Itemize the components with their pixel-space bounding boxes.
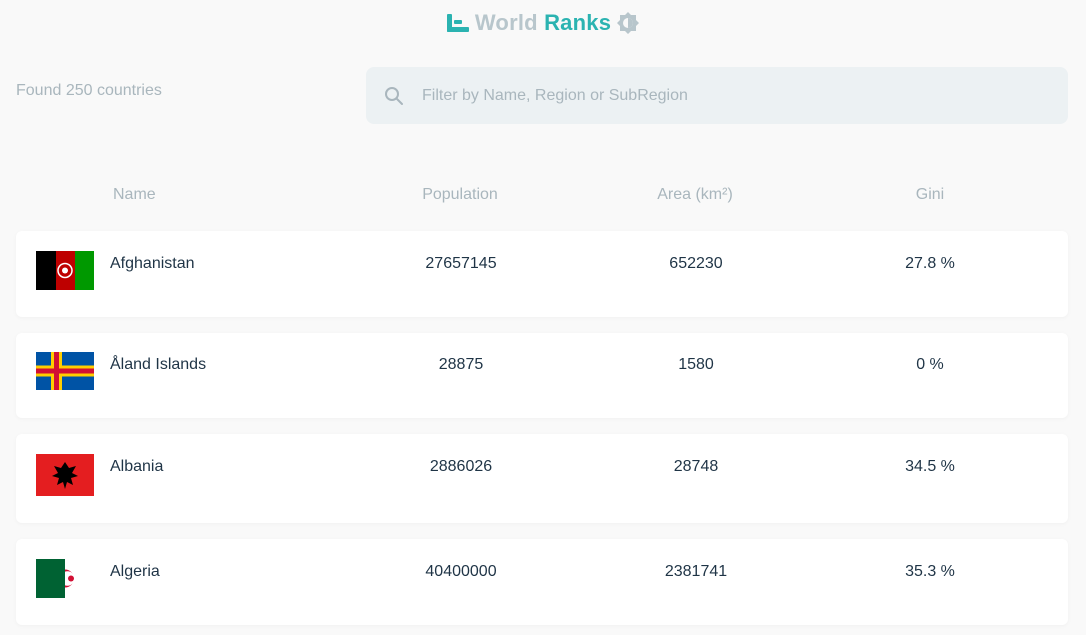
country-area: 652230	[669, 255, 723, 272]
column-header-population[interactable]: Population	[422, 186, 498, 204]
country-gini: 35.3 %	[905, 563, 955, 580]
table-row[interactable]: Albania 2886026 28748 34.5 %	[16, 434, 1068, 523]
country-population: 2886026	[429, 458, 493, 475]
country-population: 27657145	[425, 255, 497, 272]
search-icon	[385, 86, 403, 105]
column-header-area[interactable]: Area (km²)	[657, 186, 733, 204]
app-title-world: World	[474, 10, 538, 35]
country-area: 28748	[673, 458, 719, 475]
column-header-gini[interactable]: Gini	[916, 186, 944, 204]
algeria-flag	[36, 559, 94, 598]
column-header-name[interactable]: Name	[113, 186, 156, 204]
table-row[interactable]: Algeria 40400000 2381741 35.3 %	[16, 539, 1068, 625]
aland-islands-flag	[36, 352, 94, 390]
table-row[interactable]: Åland Islands 28875 1580 0 %	[16, 333, 1068, 418]
theme-toggle-icon[interactable]	[617, 12, 640, 34]
country-name: Afghanistan	[110, 255, 195, 272]
bar-rank-icon	[446, 14, 469, 32]
country-name: Åland Islands	[110, 356, 207, 373]
app-title-ranks: Ranks	[544, 10, 612, 35]
search-bar[interactable]	[366, 67, 1068, 124]
country-population: 40400000	[425, 563, 497, 580]
results-count: Found 250 countries	[16, 82, 162, 99]
country-gini: 27.8 %	[905, 255, 955, 272]
country-gini: 0 %	[916, 356, 944, 373]
table-row[interactable]: Afghanistan 27657145 652230 27.8 %	[16, 231, 1068, 317]
country-name: Algeria	[110, 563, 160, 580]
afghanistan-flag	[36, 251, 94, 290]
country-area: 1580	[678, 356, 714, 373]
albania-flag	[36, 454, 94, 496]
app-header: World Ranks	[0, 9, 1086, 37]
country-name: Albania	[110, 458, 164, 475]
country-area: 2381741	[664, 563, 728, 580]
country-gini: 34.5 %	[905, 458, 955, 475]
search-input[interactable]	[422, 86, 982, 105]
app-title: World Ranks	[475, 10, 611, 36]
table-header: Name Population Area (km²) Gini	[0, 186, 1086, 210]
country-population: 28875	[438, 356, 484, 373]
